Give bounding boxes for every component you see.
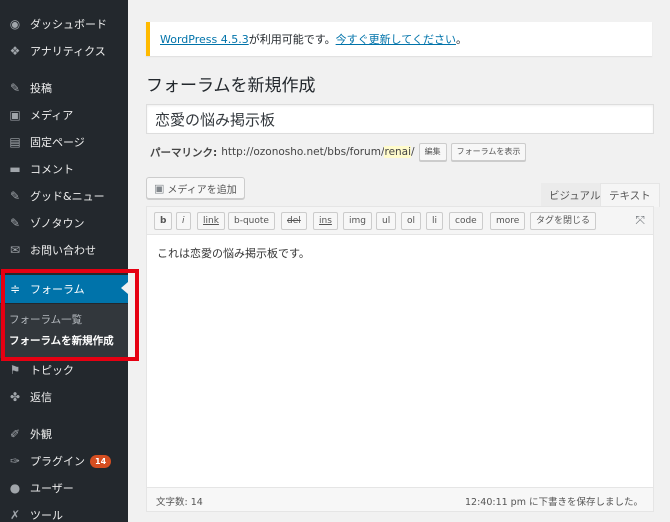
update-count-badge: 14 bbox=[90, 454, 112, 468]
sidebar-item-label: 外観 bbox=[30, 428, 52, 441]
sidebar-item-posts[interactable]: ✎ 投稿 bbox=[0, 75, 128, 101]
sidebar-item-dashboard[interactable]: ◉ ダッシュボード bbox=[0, 11, 128, 37]
qt-ol-button[interactable]: ol bbox=[401, 212, 422, 230]
notice-text-end: 。 bbox=[455, 33, 467, 46]
sidebar-item-label: ツール bbox=[30, 509, 63, 522]
reply-icon: ✤ bbox=[9, 390, 21, 404]
text-editor: b i link b-quote del ins img ul ol li co… bbox=[146, 206, 654, 512]
topic-icon: ⚑ bbox=[9, 363, 21, 377]
permalink-row: パーマリンク: http://ozonosho.net/bbs/forum/ren… bbox=[150, 142, 527, 162]
qt-li-button[interactable]: li bbox=[426, 212, 444, 230]
sidebar-item-plugins[interactable]: ✑ プラグイン 14 bbox=[0, 448, 128, 474]
add-media-label: メディアを追加 bbox=[167, 184, 237, 196]
sidebar-item-label: プラグイン bbox=[30, 455, 85, 468]
sidebar-item-pages[interactable]: ▤ 固定ページ bbox=[0, 129, 128, 155]
qt-close-tags-button[interactable]: タグを閉じる bbox=[530, 212, 597, 230]
qt-img-button[interactable]: img bbox=[343, 212, 372, 230]
view-forum-button[interactable]: フォーラムを表示 bbox=[450, 143, 527, 161]
sidebar-item-tools[interactable]: ✗ ツール bbox=[0, 502, 128, 522]
update-notice: WordPress 4.5.3 が利用可能です。 今すぐ更新してください。 bbox=[146, 22, 652, 56]
sidebar-item-appearance[interactable]: ✐ 外観 bbox=[0, 421, 128, 447]
permalink-end: / bbox=[411, 146, 415, 158]
sidebar-item-label: お問い合わせ bbox=[30, 244, 96, 257]
qt-link-button[interactable]: link bbox=[197, 212, 225, 230]
qt-ins-button[interactable]: ins bbox=[313, 212, 338, 230]
sidebar-item-analytics[interactable]: ❖ アナリティクス bbox=[0, 38, 128, 64]
sidebar-item-reply[interactable]: ✤ 返信 bbox=[0, 384, 128, 410]
pin-icon: ✎ bbox=[9, 216, 21, 230]
qt-blockquote-button[interactable]: b-quote bbox=[228, 212, 275, 230]
media-icon: ▣ bbox=[154, 181, 165, 195]
sidebar-item-label: 返信 bbox=[30, 391, 52, 404]
wordpress-version-link[interactable]: WordPress 4.5.3 bbox=[160, 33, 249, 46]
sidebar-item-contact[interactable]: ✉ お問い合わせ bbox=[0, 237, 128, 263]
tab-visual[interactable]: ビジュアル bbox=[541, 183, 609, 207]
sidebar-item-label: グッド&ニュー bbox=[30, 190, 105, 203]
analytics-icon: ❖ bbox=[9, 44, 21, 58]
qt-del-button[interactable]: del bbox=[281, 212, 307, 230]
sidebar-item-label: ダッシュボード bbox=[30, 18, 107, 31]
sidebar-item-label: 投稿 bbox=[30, 82, 52, 95]
sidebar-item-label: ゾノタウン bbox=[30, 217, 85, 230]
word-count: 文字数: 14 bbox=[156, 497, 203, 508]
user-icon: ● bbox=[9, 481, 21, 495]
permalink-base: http://ozonosho.net/bbs/forum/ bbox=[221, 146, 385, 158]
sidebar-item-label: メディア bbox=[30, 109, 74, 122]
permalink-label: パーマリンク: bbox=[150, 146, 218, 159]
notice-text: が利用可能です。 bbox=[248, 33, 336, 46]
title-input[interactable] bbox=[146, 104, 654, 134]
editor-content[interactable]: これは恋愛の悩み掲示板です。 bbox=[157, 245, 310, 261]
sidebar-item-label: 固定ページ bbox=[30, 136, 85, 149]
sidebar-item-zonotown[interactable]: ✎ ゾノタウン bbox=[0, 210, 128, 236]
tab-text[interactable]: テキスト bbox=[600, 183, 660, 207]
permalink-slug[interactable]: renai bbox=[384, 146, 412, 158]
quicktags-toolbar: b i link b-quote del ins img ul ol li co… bbox=[147, 207, 653, 235]
editor-status-bar: 文字数: 14 12:40:11 pm に下書きを保存しました。 bbox=[147, 487, 653, 511]
admin-sidebar: ◉ ダッシュボード ❖ アナリティクス ✎ 投稿 ▣ メディア ▤ 固定ページ ▬ コメント… bbox=[0, 0, 128, 522]
sidebar-item-label: アナリティクス bbox=[30, 45, 106, 58]
qt-more-button[interactable]: more bbox=[490, 212, 526, 230]
sidebar-item-label: トピック bbox=[30, 364, 74, 377]
pin-icon: ✎ bbox=[9, 81, 21, 95]
sidebar-item-comments[interactable]: ▬ コメント bbox=[0, 156, 128, 182]
add-media-button[interactable]: ▣ メディアを追加 bbox=[146, 177, 245, 199]
edit-permalink-button[interactable]: 編集 bbox=[418, 143, 447, 161]
distraction-free-icon[interactable]: ⤧ bbox=[635, 213, 645, 228]
qt-code-button[interactable]: code bbox=[449, 212, 483, 230]
sidebar-item-users[interactable]: ● ユーザー bbox=[0, 475, 128, 501]
appearance-icon: ✐ bbox=[9, 427, 21, 441]
sidebar-item-media[interactable]: ▣ メディア bbox=[0, 102, 128, 128]
comment-icon: ▬ bbox=[9, 162, 21, 176]
annotation-highlight-box bbox=[1, 269, 139, 361]
media-icon: ▣ bbox=[9, 108, 21, 122]
qt-italic-button[interactable]: i bbox=[176, 212, 191, 230]
sidebar-item-good-and-new[interactable]: ✎ グッド&ニュー bbox=[0, 183, 128, 209]
sidebar-item-label: コメント bbox=[30, 163, 74, 176]
page-icon: ▤ bbox=[9, 135, 21, 149]
sidebar-item-label: ユーザー bbox=[30, 482, 74, 495]
dashboard-icon: ◉ bbox=[9, 17, 21, 31]
pin-icon: ✎ bbox=[9, 189, 21, 203]
update-now-link[interactable]: 今すぐ更新してください bbox=[336, 31, 456, 47]
page-title: フォーラムを新規作成 bbox=[146, 76, 316, 96]
qt-ul-button[interactable]: ul bbox=[376, 212, 397, 230]
autosave-status: 12:40:11 pm に下書きを保存しました。 bbox=[465, 497, 643, 508]
plugin-icon: ✑ bbox=[9, 454, 21, 468]
wrench-icon: ✗ bbox=[9, 508, 21, 522]
qt-bold-button[interactable]: b bbox=[154, 212, 173, 230]
mail-icon: ✉ bbox=[9, 243, 21, 257]
